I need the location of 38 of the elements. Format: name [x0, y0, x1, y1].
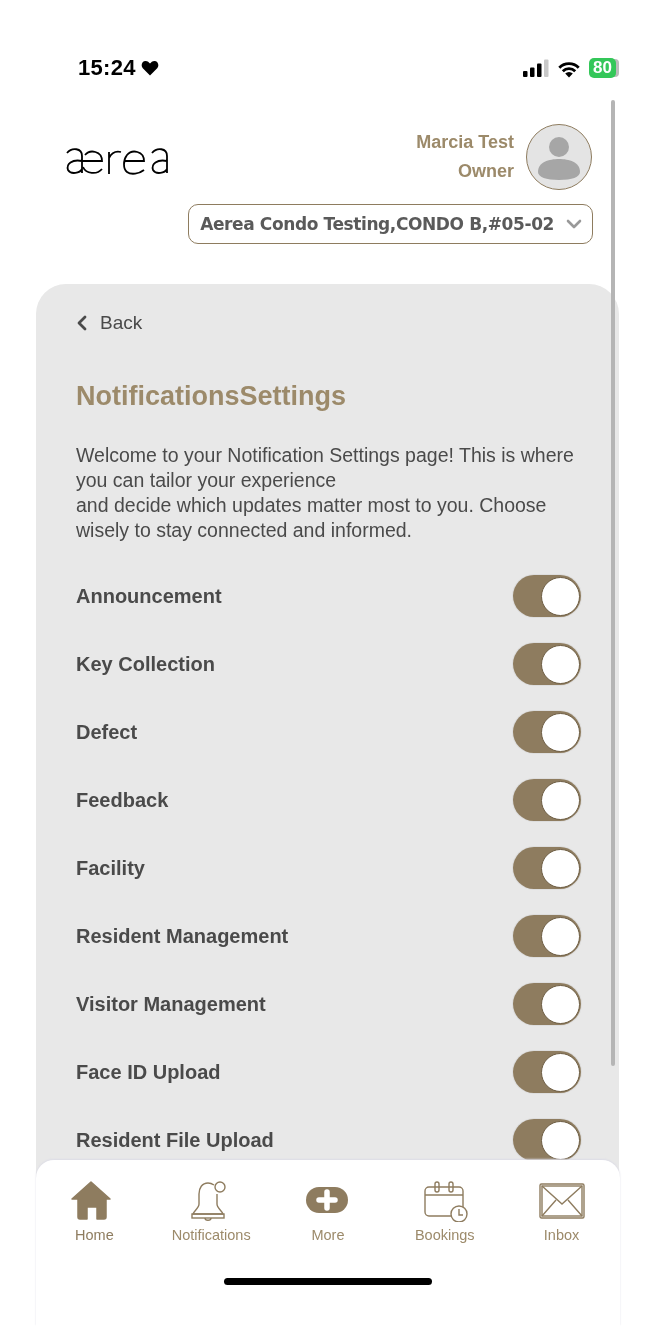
back-button[interactable]: Back [76, 311, 143, 335]
tab-item[interactable]: More [273, 1180, 383, 1243]
tab-item[interactable]: Notifications [156, 1180, 267, 1243]
tab-item[interactable]: Bookings [389, 1180, 500, 1243]
setting-label: Face ID Upload [76, 1060, 221, 1084]
tab-item[interactable]: Inbox [506, 1180, 617, 1243]
toggle-switch[interactable] [513, 915, 581, 957]
user-name: Marcia Test [416, 131, 514, 154]
intro-text: Welcome to your Notification Settings page! This is where you can tailor your experience and decide which updates matter most to you. Choose wisely to stay connected and informed. [76, 443, 575, 543]
toggle-switch[interactable] [513, 779, 581, 821]
setting-label: Resident Management [76, 924, 289, 948]
clock-time: 15:24 [78, 55, 136, 81]
toggle-switch[interactable] [513, 643, 581, 685]
user-role: Owner [457, 160, 514, 183]
setting-label: Resident File Upload [76, 1128, 274, 1152]
toggle-switch[interactable] [513, 847, 581, 889]
signal-icon [523, 59, 550, 77]
calendar-icon [421, 1180, 468, 1222]
scroll-bar[interactable] [611, 100, 615, 1066]
setting-label: Visitor Management [76, 992, 266, 1016]
setting-label: Defect [76, 720, 138, 744]
setting-label: Feedback [76, 788, 169, 812]
toggle-switch[interactable] [513, 983, 581, 1025]
toggle-switch[interactable] [513, 575, 581, 617]
setting-label: Key Collection [76, 652, 215, 676]
tab-item[interactable]: Home [39, 1180, 150, 1243]
battery-level: 80 [589, 58, 616, 78]
envelope-icon [538, 1180, 585, 1222]
toggle-switch[interactable] [513, 1119, 581, 1161]
unit-dropdown[interactable]: Aerea Condo Testing,CONDO B,#05-02 [188, 204, 593, 244]
chevron-down-icon [566, 219, 582, 229]
heart-icon [140, 60, 159, 76]
page-title: NotificationsSettings [76, 380, 347, 413]
toggle-switch[interactable] [513, 711, 581, 753]
chevron-left-icon [76, 315, 88, 331]
setting-label: Announcement [76, 584, 222, 608]
setting-label: Facility [76, 856, 145, 880]
toggle-switch[interactable] [513, 1051, 581, 1093]
